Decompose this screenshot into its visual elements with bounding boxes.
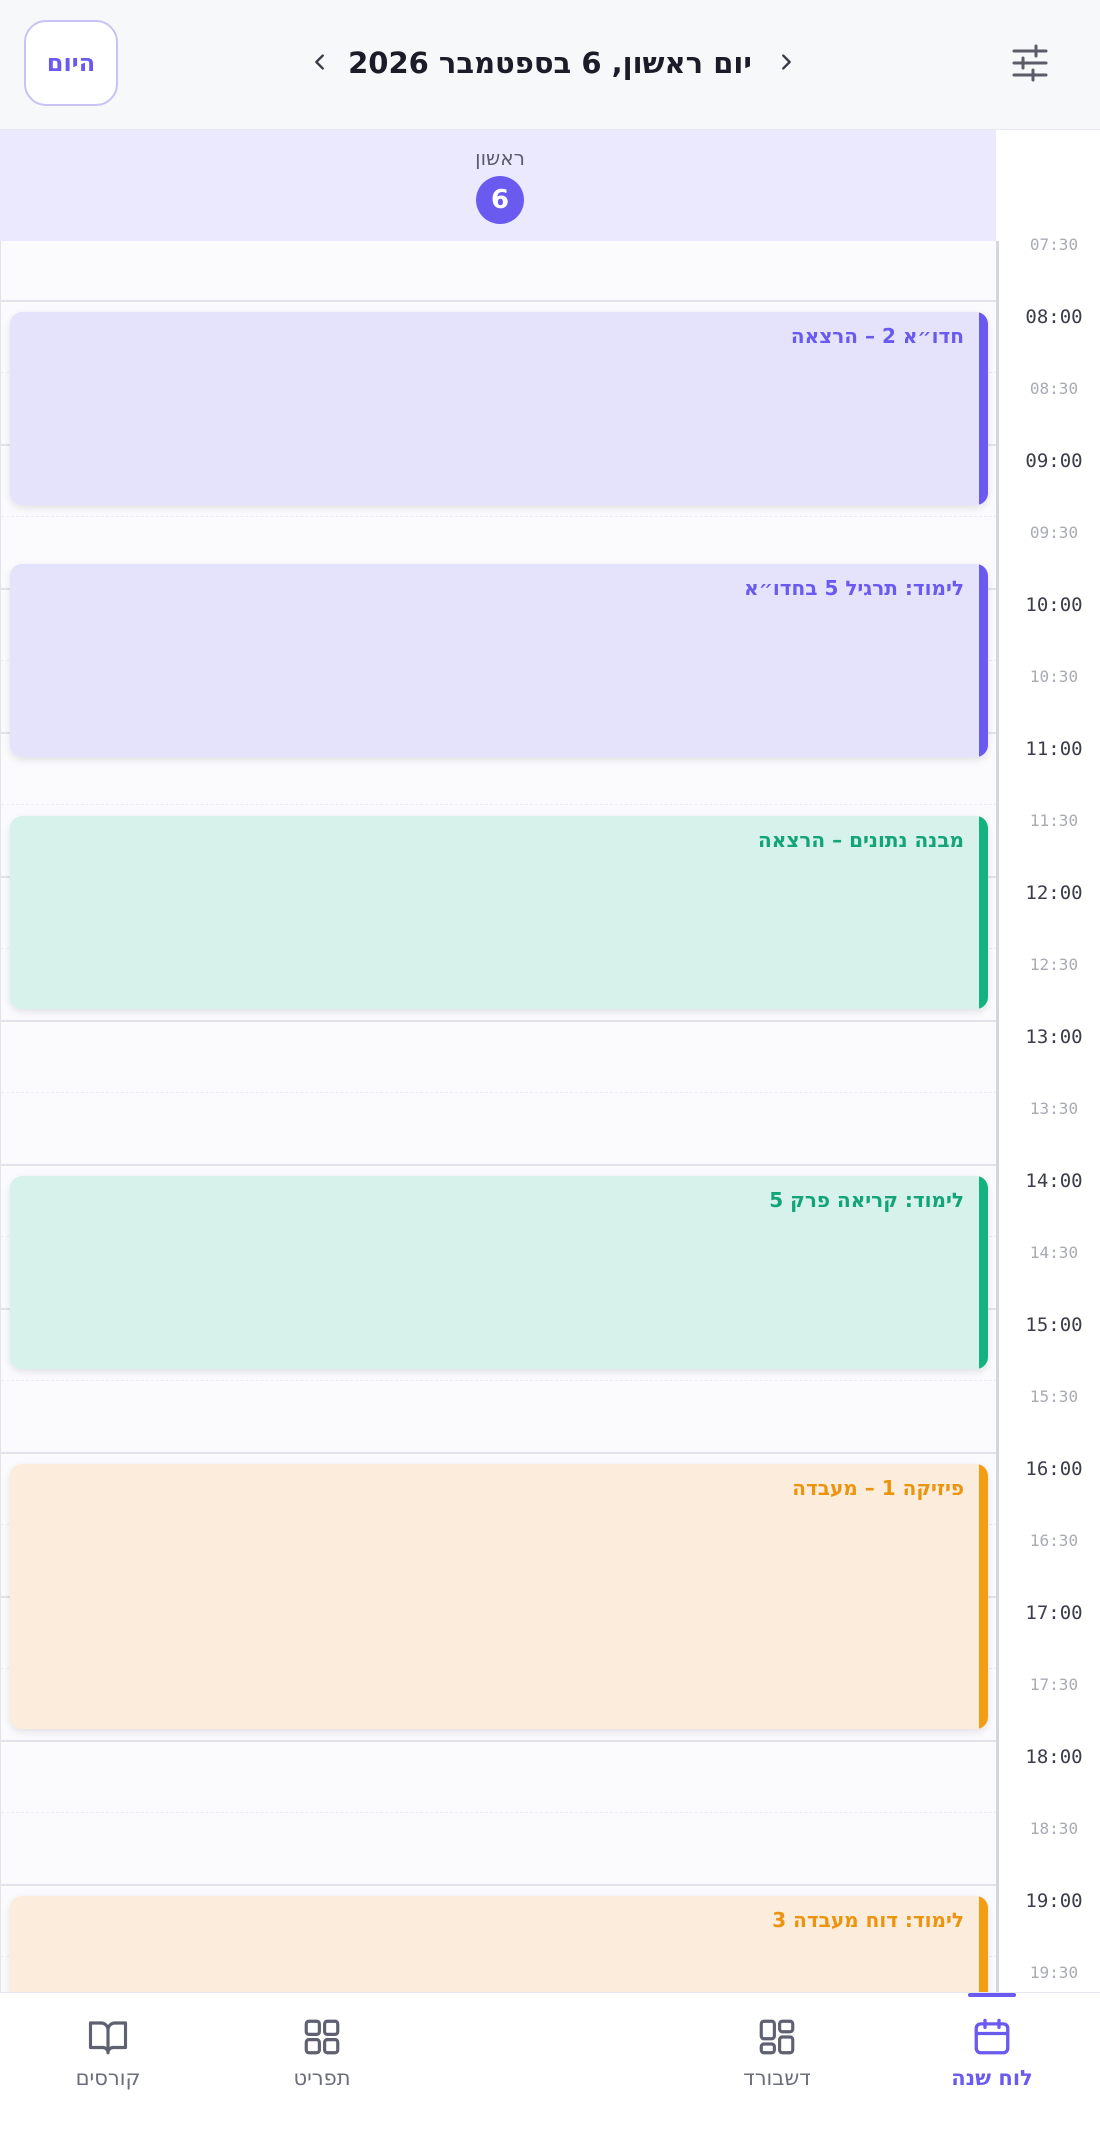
calendar-icon: [974, 2018, 1010, 2055]
half-hour-line: [1, 1092, 996, 1093]
event-color-bar: [979, 816, 988, 1009]
time-gutter-divider: [996, 241, 999, 1992]
day-number-badge[interactable]: 6: [476, 176, 524, 224]
time-label: 18:30: [1029, 1819, 1079, 1838]
event-title: פיזיקה 1 – מעבדה: [792, 1476, 964, 1500]
time-gutter-header: [996, 130, 1100, 241]
time-label: 14:00: [1025, 1170, 1083, 1192]
nav-courses[interactable]: קורסים: [28, 1992, 188, 2130]
time-label: 16:00: [1025, 1458, 1083, 1480]
time-label: 08:00: [1025, 306, 1083, 328]
time-label: 09:00: [1025, 450, 1083, 472]
time-label: 08:30: [1029, 379, 1079, 398]
event-title: חדו״א 2 – הרצאה: [790, 324, 964, 348]
half-hour-line: [1, 804, 996, 805]
event-title: לימוד: תרגיל 5 בחדו״א: [744, 576, 964, 600]
nav-menu[interactable]: תפריט: [242, 1992, 402, 2130]
half-hour-line: [1, 1380, 996, 1381]
time-label: 12:00: [1025, 882, 1083, 904]
event-card[interactable]: לימוד: קריאה פרק 5: [10, 1176, 988, 1369]
hour-line: [1, 1452, 996, 1454]
time-label: 11:30: [1029, 811, 1079, 830]
event-color-bar: [979, 1176, 988, 1369]
book-icon: [88, 2021, 128, 2055]
time-label: 11:00: [1025, 738, 1083, 760]
event-color-bar: [979, 564, 988, 757]
event-card[interactable]: מבנה נתונים – הרצאה: [10, 816, 988, 1009]
time-label: 15:30: [1029, 1387, 1079, 1406]
time-label: 14:30: [1029, 1243, 1079, 1262]
time-label: 13:00: [1025, 1026, 1083, 1048]
half-hour-line: [1, 1812, 996, 1813]
nav-dashboard[interactable]: דשבורד: [697, 1992, 857, 2130]
time-label: 13:30: [1029, 1099, 1079, 1118]
event-card[interactable]: פיזיקה 1 – מעבדה: [10, 1464, 988, 1729]
nav-label: תפריט: [293, 2066, 351, 2090]
event-title: לימוד: קריאה פרק 5: [769, 1188, 964, 1212]
dashboard-icon: [759, 2019, 795, 2055]
hour-line: [1, 1884, 996, 1886]
chevron-left-icon: [315, 54, 324, 70]
hour-line: [1, 1740, 996, 1742]
time-label: 17:00: [1025, 1602, 1083, 1624]
filter-settings-button[interactable]: [1010, 43, 1050, 83]
grid-icon: [304, 2019, 340, 2055]
time-label: 12:30: [1029, 955, 1079, 974]
hour-line: [1, 300, 996, 302]
chevron-right-icon: [782, 54, 791, 70]
nav-label: קורסים: [75, 2066, 141, 2090]
nav-label: לוח שנה: [951, 2066, 1033, 2090]
event-title: מבנה נתונים – הרצאה: [758, 828, 964, 852]
next-day-button[interactable]: [302, 44, 338, 80]
time-label: 09:30: [1029, 523, 1079, 542]
previous-day-button[interactable]: [768, 44, 804, 80]
event-card[interactable]: חדו״א 2 – הרצאה: [10, 312, 988, 505]
nav-calendar[interactable]: לוח שנה: [912, 1992, 1072, 2130]
time-label: 15:00: [1025, 1314, 1083, 1336]
event-color-bar: [979, 312, 988, 505]
time-label: 17:30: [1029, 1675, 1079, 1694]
hour-line: [1, 1020, 996, 1022]
hour-line: [1, 1164, 996, 1166]
today-button[interactable]: היום: [24, 20, 118, 106]
page-title: יום ראשון, 6 בספטמבר 2026: [348, 46, 752, 80]
sliders-icon: [1012, 44, 1048, 82]
time-label: 16:30: [1029, 1531, 1079, 1550]
time-label: 10:00: [1025, 594, 1083, 616]
event-title: לימוד: דוח מעבדה 3: [772, 1908, 964, 1932]
nav-label: דשבורד: [743, 2066, 811, 2090]
day-name: ראשון: [475, 146, 525, 170]
time-label: 19:00: [1025, 1890, 1083, 1912]
half-hour-line: [1, 516, 996, 517]
event-card[interactable]: לימוד: תרגיל 5 בחדו״א: [10, 564, 988, 757]
time-label: 19:30: [1029, 1963, 1079, 1982]
time-label: 10:30: [1029, 667, 1079, 686]
time-label: 18:00: [1025, 1746, 1083, 1768]
event-color-bar: [979, 1464, 988, 1729]
time-label: 07:30: [1029, 235, 1079, 254]
